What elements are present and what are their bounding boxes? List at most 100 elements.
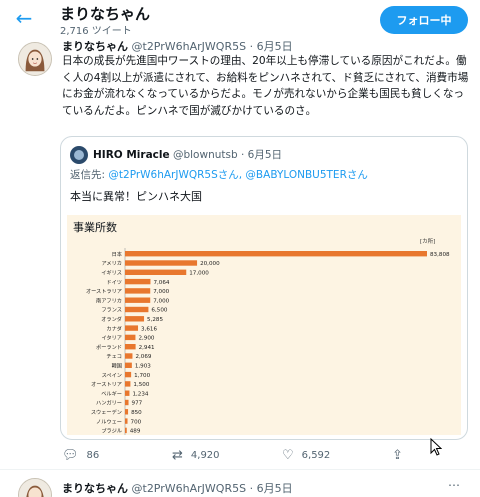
tweet[interactable]: まりなちゃん @t2PrW6hArJWQR5S · 6月5日 日本の成長が先進国… [0,38,480,470]
chart-category-label: オーストラリア [86,288,122,295]
quote-author-handle: @blownutsb [172,149,238,161]
chart-value-label: 2,069 [135,354,151,360]
chart-category-label: カナダ [106,324,122,332]
chart-value-label: 6,500 [151,308,167,314]
chart-category-label: オランダ [101,315,122,323]
tweet-actions: 💬︎ 86 ⇄ 4,920 ♡ 6,592 ⇪ [62,448,470,468]
tweet-author-name[interactable]: まりなちゃん [62,482,128,495]
share-icon[interactable]: ⇪ [392,448,403,463]
quote-text: 本当に異常！ピンハネ大国 [70,190,202,203]
chart-category-label: イタリア [101,334,122,342]
reply-count: 86 [86,450,100,461]
retweet-count: 4,920 [190,450,220,461]
chart-category-label: オーストリア [91,381,122,388]
back-arrow-icon[interactable]: ← [12,6,36,30]
chart-bar [125,399,129,406]
chart-value-label: 1,903 [135,364,151,370]
more-icon[interactable]: ⋯ [448,478,460,492]
tweet-text: 日本の成長が先進国中ワーストの理由、20年以上も停滞している原因がこれだよ。働く… [62,55,469,117]
chart-bar [125,278,151,285]
quote-avatar [70,146,88,164]
chart-bar [125,371,132,378]
chart-bar [125,316,145,322]
chart-value-label: 7,000 [153,298,169,304]
chart-bar [125,390,130,396]
chart-bar [125,334,136,341]
quote-author-row: HIRO Miracle @blownutsb · 6月5日 [93,147,282,162]
chart-unit: [カ所] [420,239,436,245]
profile-header: ← まりなちゃん 2,716 ツイート フォロー中 [0,0,480,38]
chart-bar [125,325,139,331]
chart-value-label: 1,234 [132,391,148,397]
chart-category-label: ハンガリー [96,399,122,407]
chart-value-label: 17,000 [189,271,209,277]
like-action[interactable]: ♡ 6,592 [282,448,330,463]
chart-category-label: スウェーデン [91,408,122,416]
chart-value-label: 1,500 [133,382,149,388]
chart-category-label: ノルウェー [96,417,122,425]
tweet-author-row: まりなちゃん @t2PrW6hArJWQR5S · 6月5日 [62,480,293,496]
tweet-author-name[interactable]: まりなちゃん [62,41,128,53]
next-tweet[interactable]: まりなちゃん @t2PrW6hArJWQR5S · 6月5日 ⋯ [0,470,480,497]
chart-bar [125,344,136,350]
tweet-author-handle[interactable]: @t2PrW6hArJWQR5S [132,41,247,53]
chart-category-label: 南アフリカ [96,296,122,304]
chart-value-label: 2,941 [139,345,155,351]
chart-bar [125,260,198,266]
quoted-tweet[interactable]: HIRO Miracle @blownutsb · 6月5日 返信先: @t2P… [60,136,468,440]
chart-bar [125,353,133,359]
quote-author-name: HIRO Miracle [93,149,170,161]
chart-value-label: 5,285 [147,317,163,323]
chart-image[interactable]: 日本 83,808 アメリカ 20,000 イギリス 17,000 ドイツ 7,064 オースト… [67,215,461,435]
reply-icon[interactable]: 💬︎ [62,448,79,463]
quote-reply-mentions[interactable]: @t2PrW6hArJWQR5Sさん, @BABYLONBU5TERさん [108,169,367,181]
quote-date: 6月5日 [247,149,283,161]
tweet-author-handle[interactable]: @t2PrW6hArJWQR5S [132,482,247,495]
chart-category-label: ドイツ [106,280,122,286]
chart-bar [125,409,129,415]
tweet-date[interactable]: 6月5日 [257,482,293,495]
chart-category-label: スペイン [102,372,122,379]
chart-bar [125,288,151,294]
chart-bar [125,251,427,257]
chart-category-label: アメリカ [102,260,123,267]
tweet-count: 2,716 ツイート [60,26,132,37]
chart-value-label: 2,900 [138,336,154,342]
avatar[interactable] [18,42,52,76]
chart-value-label: 3,616 [141,326,157,332]
chart-title: 事業所数 [73,221,117,234]
tweet-date-sep: · [249,40,257,53]
retweet-action[interactable]: ⇄ 4,920 [172,448,220,463]
like-count: 6,592 [301,450,331,461]
chart-bar [125,297,151,303]
retweet-icon[interactable]: ⇄ [172,448,183,463]
heart-icon[interactable]: ♡ [282,448,294,463]
quote-reply-prefix: 返信先: [70,169,106,181]
share-action[interactable]: ⇪ [392,448,403,463]
tweet-author-row: まりなちゃん @t2PrW6hArJWQR5S · 6月5日 [62,40,293,54]
tweet-date-sep: · [249,482,257,495]
quote-date-sep: · [240,149,248,161]
avatar-illustration [19,479,51,497]
chart-value-label: 977 [132,401,143,407]
chart-value-label: 489 [130,429,141,435]
chart-bar [125,427,127,434]
chart-category-label: 韓国 [112,362,122,370]
chart-category-label: ベルギー [101,390,122,397]
chart-bar [125,418,128,424]
chart-value-label: 7,000 [153,289,169,295]
chart-value-label: 1,700 [134,373,150,379]
chart-category-label: ブラジル [101,427,122,435]
chart-value-label: 7,064 [153,280,169,286]
avatar-illustration [19,43,51,75]
chart-bar [125,306,149,313]
bar-chart: 日本 83,808 アメリカ 20,000 イギリス 17,000 ドイツ 7,064 オースト… [86,248,450,435]
chart-bar [125,269,187,275]
profile-title: まりなちゃん [60,5,151,23]
tweet-date[interactable]: 6月5日 [257,41,293,53]
avatar[interactable] [18,478,52,497]
following-button[interactable]: フォロー中 [380,6,468,34]
reply-action[interactable]: 💬︎ 86 [62,448,99,463]
chart-value-label: 20,000 [200,261,220,267]
chart-value-label: 83,808 [430,252,450,258]
